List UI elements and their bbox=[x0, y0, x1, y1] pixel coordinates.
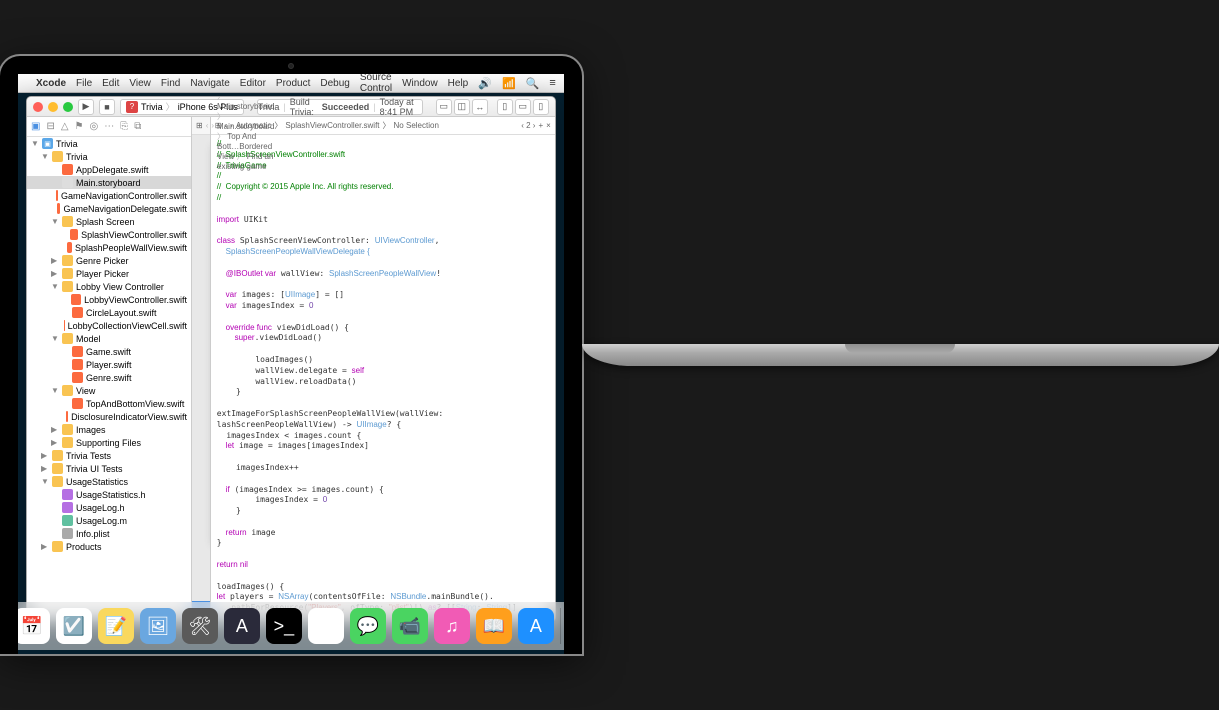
volume-icon[interactable]: 🔊 bbox=[478, 77, 492, 90]
dock-notes[interactable]: 📝 bbox=[98, 608, 134, 644]
tree-item[interactable]: UsageLog.h bbox=[27, 501, 191, 514]
dock: 🙂🧭✉️🖼📅☑️📝🖼🛠A>_❁💬📹♫📖A📍⚙︎📁🗑 bbox=[18, 602, 564, 650]
canvas-jump-bar[interactable]: ⊞‹› Trivia 〉 Trivia 〉 Main.storyboard 〉 … bbox=[192, 117, 210, 135]
xcode-window: ▶ ■ ? Trivia 〉 iPhone 6s Plus Trivia| Bu… bbox=[26, 96, 556, 622]
tree-item[interactable]: ▶ Genre Picker bbox=[27, 254, 191, 267]
stop-button[interactable]: ■ bbox=[99, 99, 115, 115]
project-tree[interactable]: ▼▣ Trivia▼ Trivia AppDelegate.swift Main… bbox=[27, 137, 191, 621]
tree-item[interactable]: ▶ Images bbox=[27, 423, 191, 436]
minimize-button[interactable] bbox=[48, 102, 58, 112]
menu-help[interactable]: Help bbox=[448, 78, 469, 89]
menubar-app[interactable]: Xcode bbox=[36, 78, 66, 89]
dock-messages[interactable]: 💬 bbox=[350, 608, 386, 644]
dock-facetime[interactable]: 📹 bbox=[392, 608, 428, 644]
tree-item[interactable]: AppDelegate.swift bbox=[27, 163, 191, 176]
run-button[interactable]: ▶ bbox=[78, 99, 94, 115]
menu-navigate[interactable]: Navigate bbox=[190, 78, 229, 89]
menu-file[interactable]: File bbox=[76, 78, 92, 89]
activity-view: Trivia| Build Trivia: Succeeded| Today a… bbox=[257, 99, 423, 115]
tree-item[interactable]: DisclosureIndicatorView.swift bbox=[27, 410, 191, 423]
tree-item[interactable]: GameNavigationDelegate.swift bbox=[27, 202, 191, 215]
tree-item[interactable]: GameNavigationController.swift bbox=[27, 189, 191, 202]
navigator-panel: ▣⊟△⚑◎⋯⎘⧉ ▼▣ Trivia▼ Trivia AppDelegate.s… bbox=[27, 117, 192, 621]
dock-preview[interactable]: 🖼 bbox=[140, 608, 176, 644]
menu-extras-icon[interactable]: ≡ bbox=[549, 77, 555, 90]
toolbar: ▶ ■ ? Trivia 〉 iPhone 6s Plus Trivia| Bu… bbox=[27, 97, 555, 117]
tree-item[interactable]: ▼ Model bbox=[27, 332, 191, 345]
standard-editor-button[interactable]: ▭ bbox=[436, 99, 452, 115]
toggle-utilities-button[interactable]: ▯ bbox=[533, 99, 549, 115]
dock-term[interactable]: >_ bbox=[266, 608, 302, 644]
wifi-icon[interactable]: 📶 bbox=[502, 77, 516, 90]
tree-item[interactable]: ▶ Trivia UI Tests bbox=[27, 462, 191, 475]
version-editor-button[interactable]: ↔ bbox=[472, 99, 488, 115]
tree-root[interactable]: ▼▣ Trivia bbox=[27, 137, 191, 150]
tree-item[interactable]: UsageLog.m bbox=[27, 514, 191, 527]
dock-reminders[interactable]: ☑️ bbox=[56, 608, 92, 644]
menu-editor[interactable]: Editor bbox=[240, 78, 266, 89]
tree-item[interactable]: UsageStatistics.h bbox=[27, 488, 191, 501]
tree-item[interactable]: SplashViewController.swift bbox=[27, 228, 191, 241]
dock-books[interactable]: 📖 bbox=[476, 608, 512, 644]
dock-calendar[interactable]: 📅 bbox=[18, 608, 50, 644]
menu-edit[interactable]: Edit bbox=[102, 78, 119, 89]
tree-item[interactable]: LobbyCollectionViewCell.swift bbox=[27, 319, 191, 332]
toggle-debug-button[interactable]: ▭ bbox=[515, 99, 531, 115]
assistant-editor-button[interactable]: ◫ bbox=[454, 99, 470, 115]
menu-find[interactable]: Find bbox=[161, 78, 180, 89]
close-button[interactable] bbox=[33, 102, 43, 112]
tree-item[interactable]: ▼ Lobby View Controller bbox=[27, 280, 191, 293]
dock-appstore-dev[interactable]: A bbox=[224, 608, 260, 644]
tree-item[interactable]: Info.plist bbox=[27, 527, 191, 540]
tree-item[interactable]: ▶ Supporting Files bbox=[27, 436, 191, 449]
project-navigator-icon: ▣ bbox=[31, 121, 40, 132]
menu-product[interactable]: Product bbox=[276, 78, 310, 89]
macos-menubar: Xcode File Edit View Find Navigate Edito… bbox=[18, 74, 564, 93]
toggle-navigator-button[interactable]: ▯ bbox=[497, 99, 513, 115]
menu-source-control[interactable]: Source Control bbox=[360, 74, 392, 94]
menu-window[interactable]: Window bbox=[402, 78, 438, 89]
tree-item[interactable]: Player.swift bbox=[27, 358, 191, 371]
spotlight-icon[interactable]: 🔍 bbox=[526, 77, 540, 90]
interface-builder: ⊞‹› Trivia 〉 Trivia 〉 Main.storyboard 〉 … bbox=[192, 117, 210, 621]
tree-item[interactable]: ▶ Player Picker bbox=[27, 267, 191, 280]
dock-photos2[interactable]: ❁ bbox=[308, 608, 344, 644]
tree-item[interactable]: CircleLayout.swift bbox=[27, 306, 191, 319]
menu-view[interactable]: View bbox=[129, 78, 151, 89]
tree-item[interactable]: LobbyViewController.swift bbox=[27, 293, 191, 306]
tree-item[interactable]: ▼ View bbox=[27, 384, 191, 397]
tree-item[interactable]: SplashPeopleWallView.swift bbox=[27, 241, 191, 254]
tree-item[interactable]: ▼ Splash Screen bbox=[27, 215, 191, 228]
tree-item[interactable]: TopAndBottomView.swift bbox=[27, 397, 191, 410]
scheme-app: Trivia bbox=[141, 102, 163, 112]
menu-debug[interactable]: Debug bbox=[320, 78, 349, 89]
tree-item[interactable]: Genre.swift bbox=[27, 371, 191, 384]
dock-appstore[interactable]: A bbox=[518, 608, 554, 644]
tree-item[interactable]: ▼ UsageStatistics bbox=[27, 475, 191, 488]
source-editor[interactable]: // // SplashScreenViewController.swift /… bbox=[211, 135, 555, 621]
dock-tools[interactable]: 🛠 bbox=[182, 608, 218, 644]
tree-item[interactable]: ▼ Trivia bbox=[27, 150, 191, 163]
zoom-button[interactable] bbox=[63, 102, 73, 112]
navigator-tabs[interactable]: ▣⊟△⚑◎⋯⎘⧉ bbox=[27, 117, 191, 137]
dock-itunes[interactable]: ♫ bbox=[434, 608, 470, 644]
tree-item[interactable]: Game.swift bbox=[27, 345, 191, 358]
tree-item[interactable]: Main.storyboard bbox=[27, 176, 191, 189]
tree-item[interactable]: ▶ Trivia Tests bbox=[27, 449, 191, 462]
tree-item[interactable]: ▶ Products bbox=[27, 540, 191, 553]
assistant-editor: ⊞‹› Automatic〉 SplashViewController.swif… bbox=[210, 117, 555, 621]
